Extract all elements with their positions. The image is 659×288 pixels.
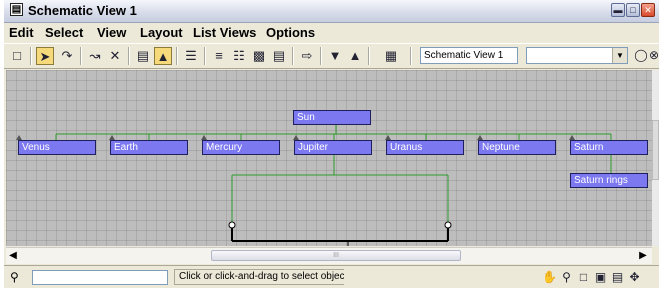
bookmark-icon[interactable]: ◯ [632,47,650,65]
move-children-icon[interactable]: ⇨ [298,47,316,65]
connect-icon[interactable]: ↷ [58,47,76,65]
references-mode-icon[interactable]: ▲ [154,47,172,65]
free-all-icon[interactable]: ▩ [250,47,268,65]
status-bar: ⚲ Click or click-and-drag to select obje… [4,265,659,288]
schematic-canvas[interactable]: Sun Venus Earth Mercury Jupiter Uranus N… [6,70,652,246]
delete-icon[interactable]: ✕ [106,47,124,65]
connector-handle-right [444,221,452,229]
select-icon[interactable]: ➤ [36,47,54,65]
arrange-selected-icon[interactable]: ☷ [230,47,248,65]
node-earth[interactable]: Earth [110,140,188,155]
hierarchy-links [55,125,612,246]
toolbar-separator [128,47,130,65]
display-floater-icon[interactable]: □ [8,47,26,65]
node-sun[interactable]: Sun [293,110,371,125]
app-icon: ▤ [10,3,23,16]
search-icon[interactable]: ⚲ [10,270,19,284]
zoom-selected-icon[interactable]: ▤ [610,269,625,285]
menu-layout[interactable]: Layout [140,25,183,40]
node-mercury[interactable]: Mercury [202,140,280,155]
menu-list-views[interactable]: List Views [193,25,256,40]
zoom-extents-icon[interactable]: ▣ [593,269,608,285]
schematic-name-field[interactable]: Schematic View 1 [420,47,518,64]
search-input[interactable] [32,270,168,285]
pan-hand-icon[interactable]: ✋ [542,269,557,285]
expand-icon[interactable]: ▼ [326,47,344,65]
toolbar: □ ➤ ↷ ↝ ✕ ▤ ▲ ☰ ≡ ☷ ▩ ▤ ⇨ ▼ ▲ ▦ Schemati… [4,43,659,69]
toolbar-separator [176,47,178,65]
toolbar-separator [320,47,322,65]
horizontal-scroll-thumb[interactable]: III [211,250,461,261]
node-saturn[interactable]: Saturn [570,140,648,155]
close-button[interactable]: ✕ [641,3,655,17]
pan-to-selected-icon[interactable]: ✥ [627,269,642,285]
vertical-scroll-thumb[interactable] [652,120,659,180]
menu-view[interactable]: View [97,25,126,40]
toolbar-separator [204,47,206,65]
vertical-scrollbar[interactable] [652,70,659,246]
minimize-button[interactable]: ▬ [611,3,625,17]
scroll-left-icon[interactable]: ◀ [6,248,20,263]
toolbar-separator [30,47,32,65]
toolbar-separator [368,47,370,65]
chevron-down-icon[interactable]: ▼ [612,48,627,63]
scroll-right-icon[interactable]: ▶ [636,248,650,263]
toolbar-separator [292,47,294,65]
connector-handle-left [228,221,236,229]
maximize-button[interactable]: □ [626,3,640,17]
menu-options[interactable]: Options [266,25,315,40]
zoom-icon[interactable]: ⚲ [559,269,574,285]
delete-bookmark-icon[interactable]: ⊗ [649,47,659,65]
status-message: Click or click-and-drag to select object… [174,269,344,285]
menu-bar: Edit Select View Layout List Views Optio… [4,23,659,42]
title-bar: ▤ Schematic View 1 ▬ □ ✕ [4,0,659,23]
hierarchy-mode-icon[interactable]: ▤ [134,47,152,65]
node-jupiter[interactable]: Jupiter [294,140,372,155]
arrange-children-icon[interactable]: ≡ [210,47,228,65]
node-venus[interactable]: Venus [18,140,96,155]
preferences-icon[interactable]: ▦ [382,47,400,65]
menu-edit[interactable]: Edit [9,25,34,40]
window-title: Schematic View 1 [28,3,137,18]
always-arrange-icon[interactable]: ☰ [182,47,200,65]
toolbar-separator [410,47,412,65]
zoom-region-icon[interactable]: □ [576,269,591,285]
named-views-dropdown[interactable]: ▼ [526,47,628,64]
unlink-icon[interactable]: ↝ [86,47,104,65]
collapse-icon[interactable]: ▲ [346,47,364,65]
horizontal-scrollbar[interactable]: ◀ III ▶ [6,247,652,264]
menu-select[interactable]: Select [45,25,83,40]
free-selected-icon[interactable]: ▤ [270,47,288,65]
node-uranus[interactable]: Uranus [386,140,464,155]
node-saturn-rings[interactable]: Saturn rings [570,173,648,188]
node-neptune[interactable]: Neptune [478,140,556,155]
schematic-view-window: ▤ Schematic View 1 ▬ □ ✕ Edit Select Vie… [4,0,659,288]
toolbar-separator [80,47,82,65]
